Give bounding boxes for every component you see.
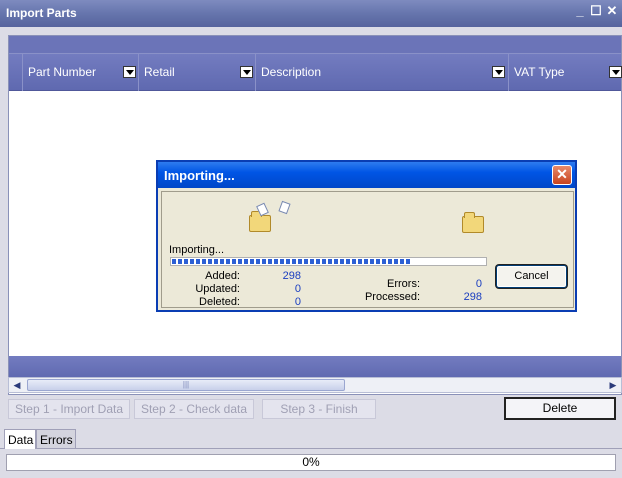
scroll-left-icon[interactable]: ◀ <box>9 378 25 392</box>
grid-row-selector-header[interactable] <box>9 54 23 91</box>
errors-label: Errors: <box>387 278 420 290</box>
filter-dropdown-icon[interactable] <box>240 66 253 78</box>
column-label: VAT Type <box>514 65 565 79</box>
window-titlebar: Import Parts _ ☐ ✕ <box>0 0 622 27</box>
column-label: Retail <box>144 65 175 79</box>
scroll-thumb[interactable]: ||| <box>27 379 345 391</box>
close-icon[interactable]: ✕ <box>552 165 572 185</box>
dialog-titlebar: Importing... ✕ <box>158 162 575 188</box>
step3-finish-button[interactable]: Step 3 - Finish <box>262 399 376 419</box>
import-progress-bar <box>170 257 487 266</box>
tab-data[interactable]: Data <box>4 429 36 449</box>
minimize-icon[interactable]: _ <box>572 3 588 19</box>
updated-value: 0 <box>294 283 301 295</box>
source-folder-icon <box>249 211 271 232</box>
progress-label: Importing... <box>169 244 225 256</box>
errors-value: 0 <box>475 278 482 290</box>
horizontal-scrollbar[interactable]: ◀ ||| ▶ <box>8 377 622 393</box>
scroll-right-icon[interactable]: ▶ <box>605 378 621 392</box>
column-header-description[interactable]: Description <box>256 54 509 91</box>
grid-group-header <box>9 36 621 54</box>
filter-dropdown-icon[interactable] <box>123 66 136 78</box>
processed-value: 298 <box>463 291 482 303</box>
importing-dialog: Importing... ✕ Importing... Added: 298 U… <box>156 160 577 312</box>
column-header-part-number[interactable]: Part Number <box>23 54 139 91</box>
filter-dropdown-icon[interactable] <box>609 66 622 78</box>
column-header-retail[interactable]: Retail <box>139 54 256 91</box>
grid-footer <box>9 356 621 378</box>
step1-import-data-button[interactable]: Step 1 - Import Data <box>8 399 130 419</box>
added-label: Added: <box>205 270 240 282</box>
maximize-icon[interactable]: ☐ <box>588 3 604 19</box>
grid-column-header-row: Part Number Retail Description VAT Type <box>9 54 622 91</box>
processed-label: Processed: <box>364 291 420 303</box>
filter-dropdown-icon[interactable] <box>492 66 505 78</box>
overall-progress-text: 0% <box>302 455 320 469</box>
delete-button[interactable]: Delete <box>504 397 616 420</box>
overall-progress-bar: 0% <box>6 454 616 471</box>
dialog-title: Importing... <box>164 168 235 183</box>
window-title: Import Parts <box>6 6 77 20</box>
import-progress-fill <box>172 259 410 264</box>
column-label: Part Number <box>28 65 97 79</box>
dialog-body: Importing... Added: 298 Updated: 0 Delet… <box>161 191 574 308</box>
column-header-vat-type[interactable]: VAT Type <box>509 54 622 91</box>
deleted-label: Deleted: <box>199 296 240 308</box>
added-value: 298 <box>282 270 301 282</box>
column-label: Description <box>261 65 322 79</box>
updated-label: Updated: <box>195 283 240 295</box>
tab-errors[interactable]: Errors <box>36 429 76 449</box>
step2-check-data-button[interactable]: Step 2 - Check data <box>134 399 254 419</box>
deleted-value: 0 <box>294 296 301 308</box>
cancel-button[interactable]: Cancel <box>496 265 567 288</box>
destination-folder-icon <box>462 212 484 233</box>
close-window-icon[interactable]: ✕ <box>604 3 620 19</box>
tab-strip-line <box>0 448 622 449</box>
flying-document-icon <box>278 200 291 215</box>
